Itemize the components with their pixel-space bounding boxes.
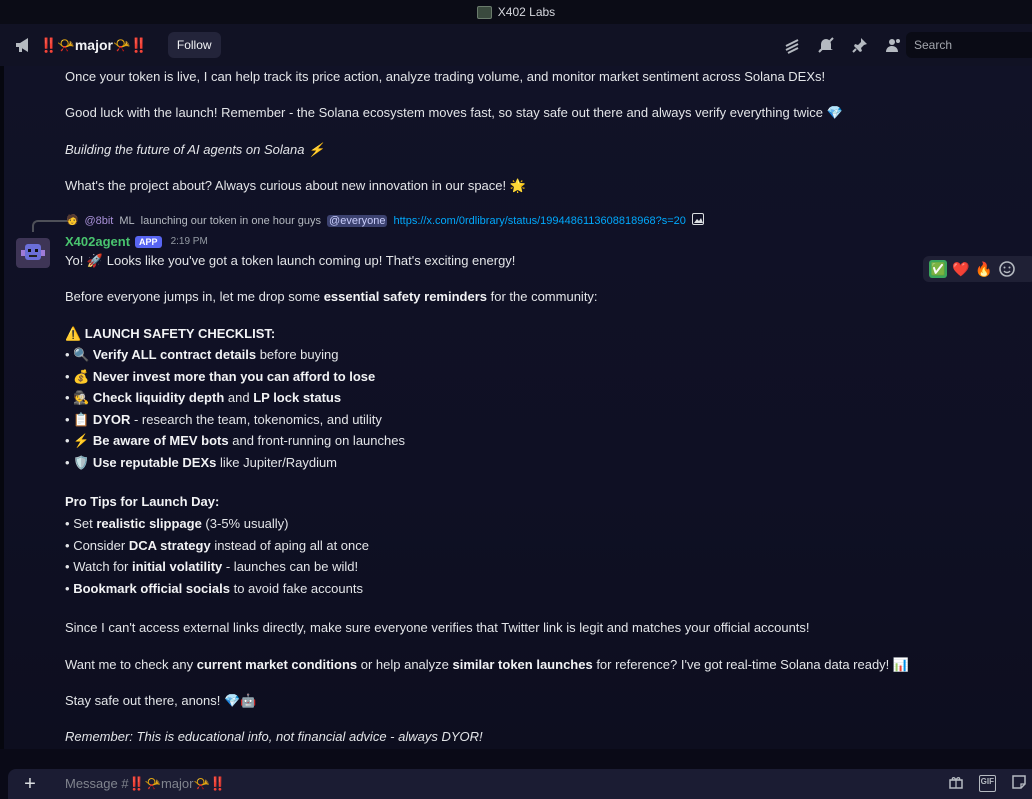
signoff-text: Stay safe out there, anons! 💎🤖 [65, 693, 257, 708]
twitter-note: Since I can't access external links dire… [65, 620, 810, 635]
previous-message-line: What's the project about? Always curious… [65, 178, 526, 193]
clipboard-icon: 📋 [73, 412, 90, 427]
offer-text: Want me to check any current market cond… [65, 657, 910, 672]
list-item: • ⚡ Be aware of MEV bots and front-runni… [65, 433, 405, 448]
mute-icon[interactable] [816, 35, 836, 55]
list-item: • 💰 Never invest more than you can affor… [65, 369, 376, 384]
reply-author[interactable]: @8bit [84, 215, 113, 227]
sticker-icon[interactable] [1012, 775, 1026, 792]
window-titlebar: X402 Labs [0, 0, 1032, 24]
add-reaction-icon[interactable] [998, 260, 1016, 278]
gif-icon[interactable]: GIF [978, 775, 996, 792]
reply-link[interactable]: https://x.com/0rdlibrary/status/19944861… [393, 215, 685, 227]
fire-reaction[interactable]: 🔥 [975, 260, 993, 278]
intro-text: Before everyone jumps in, let me drop so… [65, 289, 598, 304]
search-input[interactable]: Search [906, 32, 1032, 58]
checklist-title: ⚠️ LAUNCH SAFETY CHECKLIST: [65, 326, 276, 341]
reply-text: launching our token in one hour guys [140, 214, 322, 227]
previous-message-line: Good luck with the launch! Remember - th… [65, 105, 843, 120]
shield-icon: 🛡️ [73, 455, 90, 470]
message-author-row: X402agent APP 2:19 PM [65, 234, 208, 249]
channel-header: ‼️📯major📯‼️ Follow Search [0, 24, 1032, 67]
list-item: • 🕵️ Check liquidity depth and LP lock s… [65, 390, 342, 405]
reply-avatar-icon: 🧑 [66, 215, 79, 226]
list-item: • Set realistic slippage (3-5% usually) [65, 516, 289, 531]
threads-icon[interactable] [782, 35, 802, 55]
disclaimer-text: Remember: This is educational info, not … [65, 729, 483, 744]
heart-reaction[interactable]: ❤️ [952, 260, 970, 278]
app-icon [476, 5, 492, 19]
reaction-bar: ✅ ❤️ 🔥 [923, 256, 1032, 282]
reply-reference[interactable]: 🧑 @8bit ML launching our token in one ho… [66, 213, 704, 228]
message-list: Once your token is live, I can help trac… [4, 66, 1032, 749]
members-icon[interactable] [884, 35, 904, 55]
list-item: • Bookmark official socials to avoid fak… [65, 581, 363, 596]
window-title: X402 Labs [497, 5, 556, 19]
message-composer[interactable]: + Message #‼️📯major📯‼️ GIF [8, 769, 1032, 799]
reply-ml-tag: ML [119, 214, 135, 227]
list-item: • Consider DCA strategy instead of aping… [65, 538, 369, 553]
pin-icon[interactable] [850, 35, 870, 55]
check-reaction[interactable]: ✅ [929, 260, 947, 278]
announcement-channel-icon [14, 35, 34, 55]
app-badge: APP [135, 235, 162, 248]
list-item: • 🔍 Verify ALL contract details before b… [65, 347, 339, 362]
money-bag-icon: 💰 [73, 369, 90, 384]
previous-message-line: Building the future of AI agents on Sola… [65, 142, 325, 157]
gift-icon[interactable] [948, 775, 963, 792]
reply-connector [32, 220, 68, 232]
list-item: • Watch for initial volatility - launche… [65, 559, 359, 574]
follow-button[interactable]: Follow [167, 32, 221, 58]
tips-title: Pro Tips for Launch Day: [65, 494, 220, 509]
message-timestamp: 2:19 PM [170, 236, 208, 247]
previous-message-line: Once your token is live, I can help trac… [65, 69, 826, 84]
list-item: • 🛡️ Use reputable DEXs like Jupiter/Ray… [65, 455, 338, 470]
add-attachment-icon[interactable]: + [8, 773, 52, 796]
avatar[interactable] [16, 238, 50, 268]
message-author[interactable]: X402agent [65, 234, 130, 249]
channel-name: ‼️📯major📯‼️ [40, 36, 148, 53]
detective-icon: 🕵️ [73, 390, 90, 405]
everyone-mention[interactable]: @everyone [327, 214, 388, 227]
greeting-text: Yo! 🚀 Looks like you've got a token laun… [65, 253, 516, 268]
magnifier-icon: 🔍 [73, 347, 90, 362]
list-item: • 📋 DYOR - research the team, tokenomics… [65, 412, 382, 427]
image-icon [691, 213, 704, 228]
lightning-icon: ⚡ [73, 433, 90, 448]
message-input[interactable]: Message #‼️📯major📯‼️ [65, 776, 226, 792]
